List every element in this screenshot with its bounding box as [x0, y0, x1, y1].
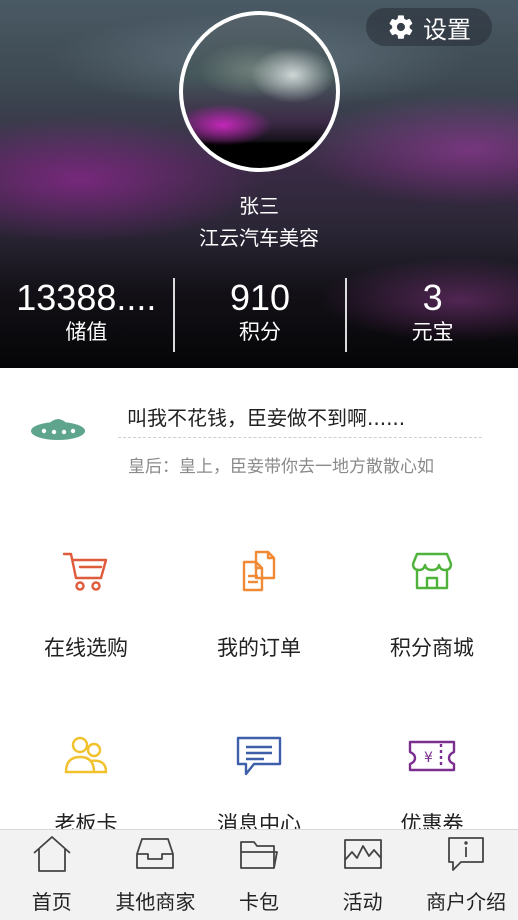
bottom-nav: 首页 其他商家 卡包 活动 商户介绍 — [0, 829, 518, 920]
cart-icon — [62, 552, 108, 591]
home-icon — [33, 836, 71, 872]
activity-chart-icon — [343, 839, 382, 869]
notice-divider — [118, 437, 482, 438]
nav-item-card-wallet[interactable]: 卡包 — [207, 830, 311, 920]
shop-name: 江云汽车美容 — [199, 226, 319, 250]
nav-label-home: 首页 — [31, 890, 72, 914]
store-icon — [411, 552, 453, 590]
stat-balance[interactable]: 13388.... 储值 — [0, 278, 173, 352]
stat-points[interactable]: 910 积分 — [172, 278, 346, 352]
stat-points-label: 积分 — [238, 320, 281, 344]
order-document-icon — [242, 550, 276, 592]
message-icon — [236, 736, 282, 776]
stat-ingots-value: 3 — [422, 278, 443, 318]
stats-row: 13388.... 储值 910 积分 3 元宝 — [0, 278, 518, 352]
grid-item-my-orders[interactable]: 我的订单 — [173, 548, 345, 662]
stat-balance-label: 储值 — [65, 320, 108, 344]
profile-header: 设置 张三 江云汽车美容 13388.... 储值 910 积分 3 元宝 — [0, 0, 518, 368]
grid-label-my-orders: 我的订单 — [217, 636, 301, 660]
ufo-icon — [31, 419, 85, 440]
notice-banner[interactable]: 叫我不花钱，臣妾做不到啊...... 皇后：皇上，臣妾带你去一地方散散心如 — [0, 368, 518, 486]
gear-icon — [389, 15, 413, 39]
notice-subtitle: 皇后：皇上，臣妾带你去一地方散散心如 — [128, 457, 434, 477]
nav-item-activities[interactable]: 活动 — [311, 830, 415, 920]
grid-item-points-mall[interactable]: 积分商城 — [346, 548, 518, 662]
nav-label-activities: 活动 — [342, 890, 383, 914]
inbox-tray-icon — [136, 838, 175, 869]
svg-text:¥: ¥ — [424, 750, 433, 766]
stat-ingots-label: 元宝 — [411, 320, 454, 344]
grid-item-online-shop[interactable]: 在线选购 — [0, 548, 172, 662]
stat-balance-value: 13388.... — [16, 278, 157, 318]
grid-label-online-shop: 在线选购 — [44, 636, 128, 660]
stat-points-value: 910 — [229, 278, 291, 318]
settings-label: 设置 — [423, 15, 471, 44]
avatar[interactable] — [179, 11, 340, 172]
grid-item-message-center[interactable]: 消息中心 — [173, 732, 345, 838]
nav-label-other-merchants: 其他商家 — [115, 890, 196, 914]
info-bubble-icon — [448, 837, 485, 871]
user-name: 张三 — [239, 194, 279, 218]
settings-button[interactable]: 设置 — [366, 8, 492, 46]
grid-label-points-mall: 积分商城 — [390, 636, 474, 660]
nav-item-other-merchants[interactable]: 其他商家 — [104, 830, 208, 920]
grid-item-coupons[interactable]: ¥ 优惠券 — [346, 732, 518, 838]
people-icon — [64, 736, 108, 774]
grid-item-boss-card[interactable]: 老板卡 — [0, 732, 172, 838]
nav-label-merchant-intro: 商户介绍 — [426, 890, 507, 914]
coupon-icon: ¥ — [408, 740, 456, 772]
nav-item-home[interactable]: 首页 — [0, 830, 104, 920]
stat-ingots[interactable]: 3 元宝 — [345, 278, 518, 352]
nav-label-card-wallet: 卡包 — [238, 890, 279, 914]
nav-item-merchant-intro[interactable]: 商户介绍 — [414, 830, 518, 920]
notice-title: 叫我不花钱，臣妾做不到啊...... — [127, 406, 406, 430]
folder-icon — [240, 841, 278, 869]
